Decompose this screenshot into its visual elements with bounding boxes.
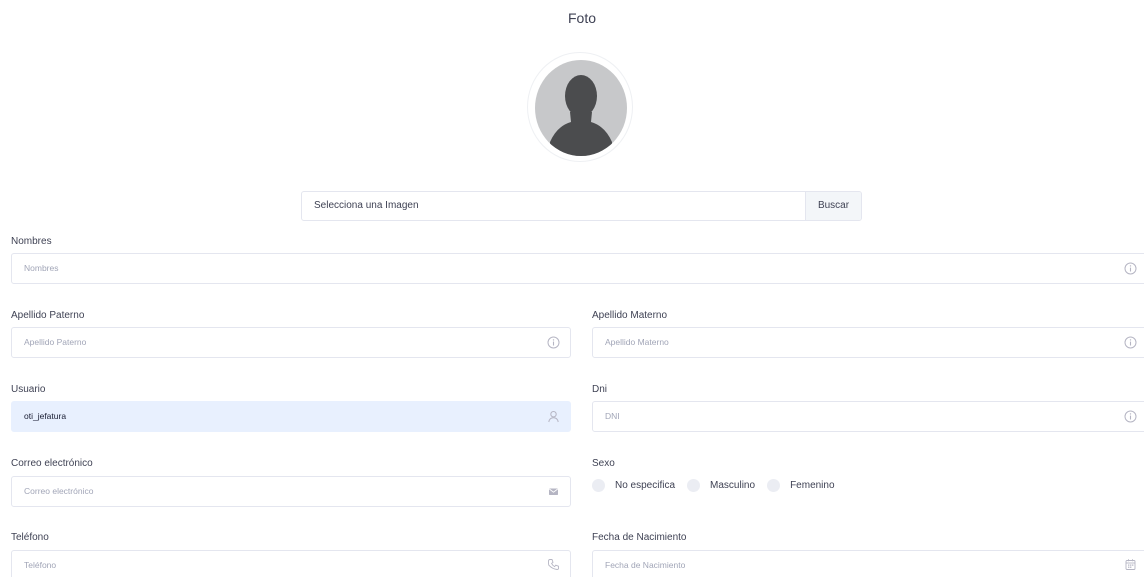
user-silhouette-icon <box>550 75 612 156</box>
fecha-nacimiento-field[interactable]: Fecha de Nacimiento <box>592 550 1144 577</box>
correo-field[interactable]: Correo electrónico <box>11 476 571 507</box>
radio-masculino-label[interactable]: Masculino <box>710 480 755 491</box>
info-icon <box>1124 262 1137 275</box>
telefono-placeholder: Teléfono <box>24 560 57 570</box>
usuario-field[interactable]: oti_jefatura <box>11 401 571 432</box>
radio-femenino-label[interactable]: Femenino <box>790 480 834 491</box>
info-icon <box>1124 336 1137 349</box>
avatar <box>535 60 627 156</box>
dni-label: Dni <box>592 384 608 395</box>
info-icon <box>1124 410 1137 423</box>
browse-button[interactable]: Buscar <box>805 192 861 220</box>
telefono-label: Teléfono <box>11 532 49 543</box>
apellido-materno-field[interactable]: Apellido Materno <box>592 327 1144 358</box>
avatar-frame[interactable] <box>527 52 633 162</box>
radio-masculino[interactable] <box>687 479 701 492</box>
correo-label: Correo electrónico <box>11 458 93 469</box>
user-icon <box>547 410 560 423</box>
radio-femenino[interactable] <box>767 479 781 492</box>
info-icon <box>547 336 560 349</box>
usuario-value: oti_jefatura <box>24 411 67 421</box>
image-file-picker[interactable]: Selecciona una Imagen Buscar <box>301 191 862 221</box>
envelope-icon <box>547 485 560 498</box>
sexo-radio-group: No especifica Masculino Femenino <box>592 479 847 492</box>
apellido-paterno-field[interactable]: Apellido Paterno <box>11 327 571 358</box>
fecha-nacimiento-placeholder: Fecha de Nacimiento <box>605 560 686 570</box>
apellido-materno-placeholder: Apellido Materno <box>605 337 669 347</box>
fecha-nacimiento-label: Fecha de Nacimiento <box>592 532 687 543</box>
image-file-input[interactable]: Selecciona una Imagen <box>302 192 805 220</box>
calendar-icon[interactable] <box>1124 558 1137 571</box>
telefono-field[interactable]: Teléfono <box>11 550 571 577</box>
phone-icon <box>547 558 560 571</box>
radio-no-especifica-label[interactable]: No especifica <box>615 480 675 491</box>
apellido-paterno-placeholder: Apellido Paterno <box>24 337 87 347</box>
nombres-placeholder: Nombres <box>24 263 59 273</box>
dni-field[interactable]: DNI <box>592 401 1144 432</box>
apellido-materno-label: Apellido Materno <box>592 310 668 321</box>
photo-title: Foto <box>567 10 596 26</box>
dni-placeholder: DNI <box>605 411 620 421</box>
correo-placeholder: Correo electrónico <box>24 486 94 496</box>
apellido-paterno-label: Apellido Paterno <box>11 310 85 321</box>
radio-no-especifica[interactable] <box>592 479 605 492</box>
sexo-label: Sexo <box>592 458 615 469</box>
nombres-field[interactable]: Nombres <box>11 253 1144 284</box>
usuario-label: Usuario <box>11 384 46 395</box>
nombres-label: Nombres <box>11 236 52 247</box>
